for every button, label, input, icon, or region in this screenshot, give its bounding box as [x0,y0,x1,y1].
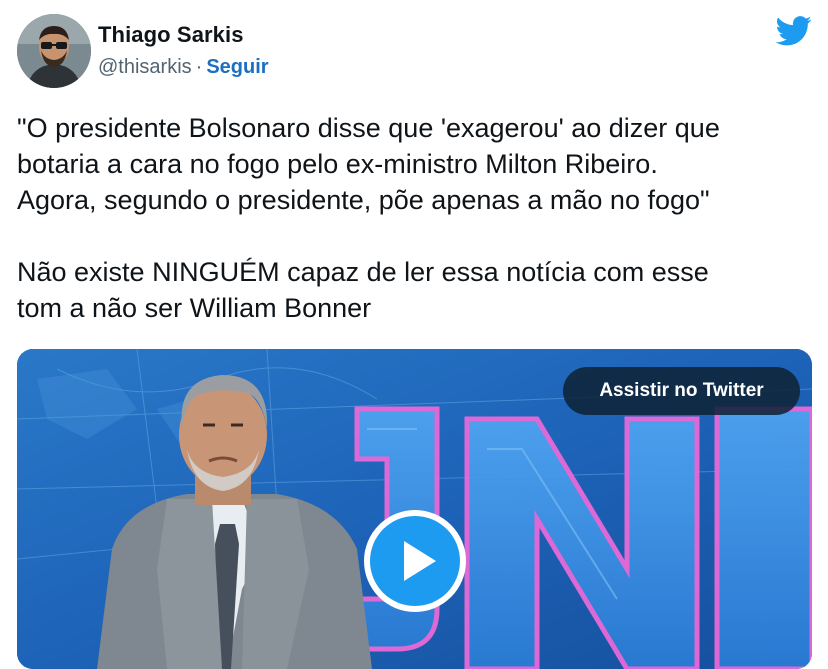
author-handle[interactable]: @thisarkis [98,56,192,78]
play-icon [404,541,436,581]
watch-on-twitter-button[interactable]: Assistir no Twitter [563,367,800,415]
tweet-line: Agora, segundo o presidente, põe apenas … [17,185,710,215]
tweet-line: Não existe NINGUÉM capaz de ler essa not… [17,257,709,287]
follow-link[interactable]: Seguir [206,56,268,78]
avatar-image [17,14,91,88]
avatar[interactable] [17,14,91,88]
twitter-bird-icon[interactable] [776,16,812,46]
tweet-line: botaria a cara no fogo pelo ex-ministro … [17,149,658,179]
tweet-card: Thiago Sarkis @thisarkis · Seguir "O presi… [0,0,828,669]
tweet-line: tom a não ser William Bonner [17,293,372,323]
play-button[interactable] [364,510,466,612]
meta-separator: · [195,56,203,78]
tweet-text: "O presidente Bolsonaro disse que 'exage… [17,110,817,326]
tweet-line: "O presidente Bolsonaro disse que 'exage… [17,113,720,143]
author-name[interactable]: Thiago Sarkis [98,22,244,48]
author-meta: @thisarkis · Seguir [98,56,269,79]
